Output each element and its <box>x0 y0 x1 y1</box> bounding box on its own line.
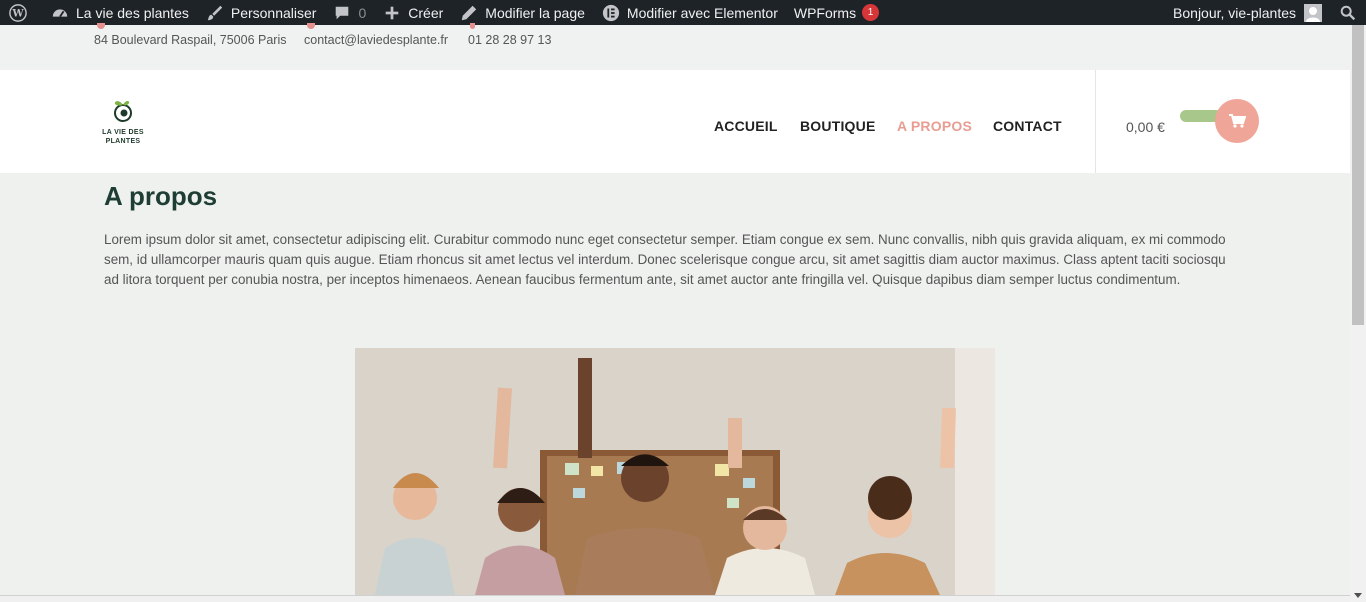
edit-page-label: Modifier la page <box>485 4 585 21</box>
page-scrollbar[interactable] <box>1350 25 1366 602</box>
top-info-bar: 84 Boulevard Raspail, 75006 Paris contac… <box>0 23 1350 70</box>
wordpress-icon: W <box>8 3 28 23</box>
nav-boutique[interactable]: BOUTIQUE <box>800 118 876 134</box>
cart-icon <box>1229 114 1246 128</box>
pencil-icon <box>459 3 479 23</box>
account-menu[interactable]: Bonjour, vie-plantes <box>1165 0 1330 25</box>
edit-elementor-menu[interactable]: Modifier avec Elementor <box>593 0 786 25</box>
scrollbar-thumb[interactable] <box>1352 25 1364 325</box>
nav-contact[interactable]: CONTACT <box>993 118 1062 134</box>
address-text: 84 Boulevard Raspail, 75006 Paris <box>94 33 287 47</box>
comment-icon <box>332 3 352 23</box>
elementor-icon <box>601 3 621 23</box>
admin-search-button[interactable] <box>1330 0 1366 25</box>
edit-elementor-label: Modifier avec Elementor <box>626 4 778 21</box>
svg-text:W: W <box>11 8 24 19</box>
header-divider <box>1095 70 1096 173</box>
search-icon <box>1338 3 1358 23</box>
wpforms-menu[interactable]: WPForms 1 <box>786 0 887 25</box>
page-title: A propos <box>104 181 218 211</box>
cart-total[interactable]: 0,00 € <box>1126 119 1165 135</box>
comments-menu[interactable]: 0 <box>324 0 374 25</box>
phone-link[interactable]: 01 28 28 97 13 <box>468 33 551 47</box>
intro-paragraph: Lorem ipsum dolor sit amet, consectetur … <box>104 232 1226 287</box>
location-icon <box>97 23 105 29</box>
phone-icon <box>470 23 475 29</box>
nav-accueil[interactable]: ACCUEIL <box>714 118 778 134</box>
avatar <box>1304 3 1322 22</box>
dashboard-icon <box>50 3 70 23</box>
wpforms-label: WPForms <box>793 4 857 21</box>
nav-a-propos[interactable]: A PROPOS <box>897 118 972 134</box>
brush-icon <box>205 3 225 23</box>
comments-count: 0 <box>358 4 367 21</box>
email-icon <box>307 23 315 29</box>
team-celebration-image <box>355 348 995 595</box>
site-logo[interactable]: LA VIE DES PLANTES <box>98 97 148 147</box>
site-header: LA VIE DES PLANTES ACCUEIL BOUTIQUE A PR… <box>0 70 1350 173</box>
wp-logo-menu[interactable]: W <box>0 0 42 25</box>
cart-button[interactable] <box>1215 99 1259 143</box>
email-link[interactable]: contact@laviedesplante.fr <box>304 33 448 47</box>
site-name-label: La vie des plantes <box>76 4 189 21</box>
edit-page-menu[interactable]: Modifier la page <box>451 0 593 25</box>
customize-menu[interactable]: Personnaliser <box>197 0 325 25</box>
customize-label: Personnaliser <box>230 4 317 21</box>
logo-text-line2: PLANTES <box>105 138 141 145</box>
new-content-label: Créer <box>408 4 444 21</box>
greeting-label: Bonjour, vie-plantes <box>1173 4 1296 21</box>
logo-text-line1: LA VIE DES <box>102 129 144 136</box>
logo-leaf-icon <box>114 100 132 122</box>
plus-icon <box>382 3 402 23</box>
admin-bar: W La vie des plantes Personnaliser 0 Cré… <box>0 0 1366 25</box>
new-content-menu[interactable]: Créer <box>374 0 451 25</box>
wpforms-badge: 1 <box>862 4 880 21</box>
window-bottom-edge <box>0 595 1350 602</box>
site-name-menu[interactable]: La vie des plantes <box>42 0 197 25</box>
team-photo <box>355 348 995 595</box>
scroll-down-arrow-icon[interactable] <box>1354 593 1362 598</box>
